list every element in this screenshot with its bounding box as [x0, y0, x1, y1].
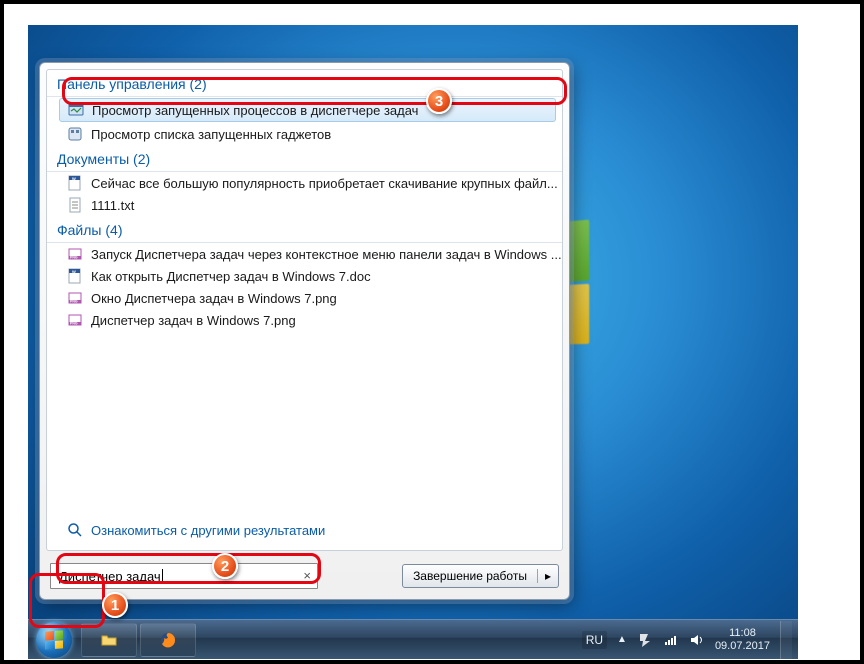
- clock-time: 11:08: [715, 627, 770, 640]
- tray-arrow-icon[interactable]: ▲: [617, 634, 627, 645]
- action-center-icon[interactable]: [637, 632, 653, 648]
- start-button[interactable]: [30, 621, 78, 659]
- search-value: Диспетчер задач: [59, 569, 161, 584]
- language-indicator[interactable]: RU: [582, 631, 607, 649]
- png-icon: PNG: [67, 290, 83, 306]
- txt-icon: [67, 197, 83, 213]
- word-icon: W: [67, 175, 83, 191]
- search-icon: [67, 522, 83, 538]
- search-input[interactable]: Диспетчер задач ×: [50, 563, 318, 589]
- volume-icon[interactable]: [689, 632, 705, 648]
- desktop[interactable]: Панель управления (2) Просмотр запущенны…: [28, 25, 798, 659]
- png-icon: PNG: [67, 246, 83, 262]
- clear-search-icon[interactable]: ×: [303, 568, 311, 583]
- show-desktop-button[interactable]: [780, 621, 792, 659]
- see-more-label: Ознакомиться с другими результатами: [91, 523, 325, 538]
- taskbar-app-explorer[interactable]: [81, 623, 137, 657]
- network-icon[interactable]: [663, 632, 679, 648]
- tm-icon: [68, 102, 84, 118]
- result-item-gadgets[interactable]: Просмотр списка запущенных гаджетов: [47, 123, 562, 145]
- firefox-icon: [160, 632, 176, 648]
- start-menu-results: Панель управления (2) Просмотр запущенны…: [46, 69, 563, 551]
- result-label: 1111.txt: [91, 198, 134, 213]
- clock-date: 09.07.2017: [715, 640, 770, 653]
- result-item[interactable]: W Сейчас все большую популярность приобр…: [47, 172, 562, 194]
- shutdown-button[interactable]: Завершение работы ▸: [402, 564, 559, 588]
- taskbar[interactable]: RU ▲ 11:08 09.07.2017: [28, 619, 798, 659]
- word-icon: W: [67, 268, 83, 284]
- group-header-control-panel: Панель управления (2): [47, 70, 562, 97]
- result-label: Сейчас все большую популярность приобрет…: [91, 176, 558, 191]
- result-item[interactable]: W Как открыть Диспетчер задач в Windows …: [47, 265, 562, 287]
- folder-icon: [101, 632, 117, 648]
- svg-text:W: W: [72, 176, 76, 181]
- annotation-badge: 1: [102, 592, 128, 618]
- result-label: Диспетчер задач в Windows 7.png: [91, 313, 296, 328]
- svg-text:W: W: [72, 269, 76, 274]
- svg-text:PNG: PNG: [70, 256, 78, 260]
- annotation-badge: 2: [212, 553, 238, 579]
- result-item[interactable]: 1111.txt: [47, 194, 562, 216]
- group-header-files: Файлы (4): [47, 216, 562, 243]
- svg-text:PNG: PNG: [70, 322, 78, 326]
- result-label: Просмотр запущенных процессов в диспетче…: [92, 103, 418, 118]
- system-tray: RU ▲ 11:08 09.07.2017: [582, 621, 798, 659]
- clock[interactable]: 11:08 09.07.2017: [715, 627, 770, 652]
- result-item[interactable]: PNG Запуск Диспетчера задач через контек…: [47, 243, 562, 265]
- group-header-documents: Документы (2): [47, 145, 562, 172]
- result-label: Просмотр списка запущенных гаджетов: [91, 127, 331, 142]
- png-icon: PNG: [67, 312, 83, 328]
- result-label: Как открыть Диспетчер задач в Windows 7.…: [91, 269, 371, 284]
- shutdown-options-arrow-icon[interactable]: ▸: [537, 569, 558, 583]
- annotation-badge: 3: [426, 88, 452, 114]
- start-menu: Панель управления (2) Просмотр запущенны…: [39, 62, 570, 600]
- shutdown-label: Завершение работы: [403, 569, 537, 583]
- svg-text:PNG: PNG: [70, 300, 78, 304]
- result-item-task-manager[interactable]: Просмотр запущенных процессов в диспетче…: [59, 98, 556, 122]
- result-item[interactable]: PNG Окно Диспетчера задач в Windows 7.pn…: [47, 287, 562, 309]
- see-more-results[interactable]: Ознакомиться с другими результатами: [47, 516, 562, 544]
- result-label: Запуск Диспетчера задач через контекстно…: [91, 247, 562, 262]
- result-label: Окно Диспетчера задач в Windows 7.png: [91, 291, 337, 306]
- taskbar-app-firefox[interactable]: [140, 623, 196, 657]
- result-item[interactable]: PNG Диспетчер задач в Windows 7.png: [47, 309, 562, 331]
- gadget-icon: [67, 126, 83, 142]
